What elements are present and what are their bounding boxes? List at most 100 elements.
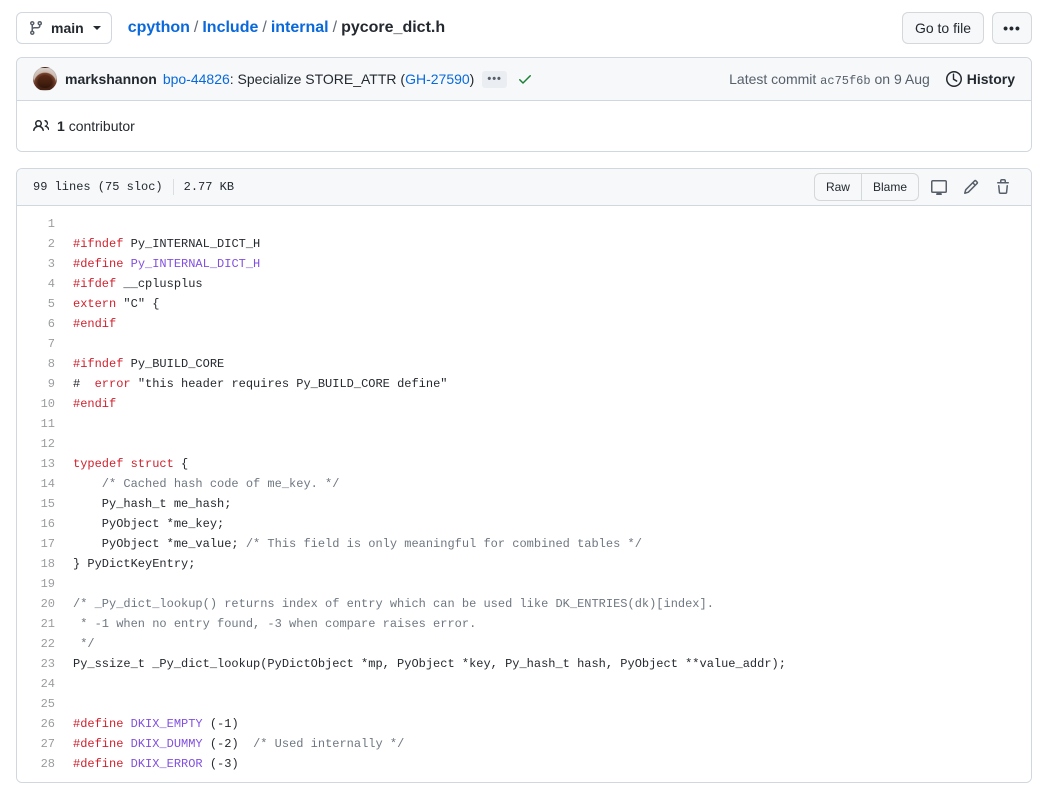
breadcrumb-dir-include-link[interactable]: Include bbox=[202, 19, 258, 37]
commit-message: bpo-44826: Specialize STORE_ATTR (GH-275… bbox=[163, 71, 475, 87]
desktop-icon[interactable] bbox=[927, 174, 951, 200]
line-number[interactable]: 11 bbox=[17, 414, 55, 434]
meta-divider bbox=[172, 179, 174, 195]
line-number[interactable]: 10 bbox=[17, 394, 55, 414]
people-icon bbox=[33, 118, 49, 134]
line-number[interactable]: 14 bbox=[17, 474, 55, 494]
line-number[interactable]: 26 bbox=[17, 714, 55, 734]
commit-message-pr-link[interactable]: GH-27590 bbox=[405, 71, 470, 87]
file-size-label: 2.77 KB bbox=[183, 180, 235, 194]
line-number[interactable]: 18 bbox=[17, 554, 55, 574]
code-line: /* Cached hash code of me_key. */ bbox=[73, 474, 1031, 494]
code-token: Py_INTERNAL_DICT_H bbox=[123, 257, 261, 271]
line-number[interactable]: 7 bbox=[17, 334, 55, 354]
file-content-box: 99 lines (75 sloc) 2.77 KB Raw Blame 1 2… bbox=[16, 168, 1032, 783]
check-icon[interactable] bbox=[517, 71, 533, 87]
commit-date: on 9 Aug bbox=[874, 70, 930, 87]
line-number[interactable]: 6 bbox=[17, 314, 55, 334]
code-line: #ifndef Py_BUILD_CORE bbox=[73, 354, 1031, 374]
line-number[interactable]: 20 bbox=[17, 594, 55, 614]
history-link[interactable]: History bbox=[945, 71, 1015, 87]
code-line: #endif bbox=[73, 314, 1031, 334]
code-token: /* This field is only meaningful for com… bbox=[245, 537, 642, 551]
commit-message-text: : Specialize STORE_ATTR ( bbox=[229, 71, 406, 87]
line-number[interactable]: 8 bbox=[17, 354, 55, 374]
line-number[interactable]: 28 bbox=[17, 754, 55, 774]
line-number[interactable]: 12 bbox=[17, 434, 55, 454]
line-number[interactable]: 16 bbox=[17, 514, 55, 534]
topbar-actions: Go to file ••• bbox=[901, 12, 1032, 44]
code-token: (-2) bbox=[202, 737, 254, 751]
code-token: Py_INTERNAL_DICT_H bbox=[123, 237, 261, 251]
history-label: History bbox=[966, 71, 1015, 87]
line-number[interactable]: 19 bbox=[17, 574, 55, 594]
line-number-gutter: 1 2 3 4 5 6 7 8 9 10 11 12 13 14 15 16 17 18 19 20 21 22 23 24 2… bbox=[17, 206, 65, 782]
go-to-file-button[interactable]: Go to file bbox=[901, 12, 984, 44]
code-token: DKIX_ERROR bbox=[123, 757, 203, 771]
line-number[interactable]: 21 bbox=[17, 614, 55, 634]
code-token: #endif bbox=[73, 317, 117, 331]
line-number[interactable]: 9 bbox=[17, 374, 55, 394]
line-number[interactable]: 24 bbox=[17, 674, 55, 694]
code-token: #ifndef bbox=[73, 237, 124, 251]
code-token: #define bbox=[73, 717, 124, 731]
code-token: * -1 when no entry found, -3 when compar… bbox=[73, 617, 477, 631]
code-token: (-1) bbox=[202, 717, 239, 731]
line-number[interactable]: 25 bbox=[17, 694, 55, 714]
latest-commit-label: Latest commit bbox=[729, 70, 817, 87]
breadcrumb-repo-link[interactable]: cpython bbox=[128, 19, 190, 37]
commit-author-link[interactable]: markshannon bbox=[65, 71, 157, 87]
line-number[interactable]: 15 bbox=[17, 494, 55, 514]
line-number[interactable]: 4 bbox=[17, 274, 55, 294]
code-token: error bbox=[94, 377, 131, 391]
code-token: #define bbox=[73, 257, 124, 271]
code-token: #ifndef bbox=[73, 357, 124, 371]
code-token: (-3) bbox=[202, 757, 239, 771]
expand-commit-message-button[interactable]: ••• bbox=[482, 70, 507, 88]
more-options-button[interactable]: ••• bbox=[992, 12, 1032, 44]
code-content[interactable]: #ifndef Py_INTERNAL_DICT_H #define Py_INT… bbox=[65, 206, 1031, 782]
raw-button[interactable]: Raw bbox=[813, 173, 862, 201]
breadcrumb-dir-internal-link[interactable]: internal bbox=[271, 19, 329, 37]
code-token: #define bbox=[73, 737, 124, 751]
breadcrumb-separator: / bbox=[193, 19, 199, 36]
code-token: "C" { bbox=[116, 297, 160, 311]
commit-message-issue-link[interactable]: bpo-44826 bbox=[163, 71, 230, 87]
code-line: #define DKIX_EMPTY (-1) bbox=[73, 714, 1031, 734]
code-line: #define DKIX_ERROR (-3) bbox=[73, 754, 1031, 774]
code-token: extern bbox=[73, 297, 117, 311]
code-token: } PyDictKeyEntry; bbox=[73, 557, 196, 571]
code-token: #ifdef bbox=[73, 277, 117, 291]
code-token: PyObject *me_value; bbox=[73, 537, 246, 551]
code-line: #ifdef __cplusplus bbox=[73, 274, 1031, 294]
code-line: #define Py_INTERNAL_DICT_H bbox=[73, 254, 1031, 274]
code-token: "this header requires Py_BUILD_CORE defi… bbox=[130, 377, 448, 391]
trash-icon[interactable] bbox=[991, 174, 1015, 200]
code-token: */ bbox=[73, 637, 95, 651]
code-token: Py_ssize_t _Py_dict_lookup(PyDictObject … bbox=[73, 657, 786, 671]
commit-sha[interactable]: ac75f6b bbox=[820, 74, 870, 88]
line-number[interactable]: 23 bbox=[17, 654, 55, 674]
line-number[interactable]: 1 bbox=[17, 214, 55, 234]
line-number[interactable]: 17 bbox=[17, 534, 55, 554]
code-line: #ifndef Py_INTERNAL_DICT_H bbox=[73, 234, 1031, 254]
line-number[interactable]: 2 bbox=[17, 234, 55, 254]
contributors-text: 1 contributor bbox=[57, 118, 135, 134]
line-number[interactable]: 13 bbox=[17, 454, 55, 474]
line-number[interactable]: 22 bbox=[17, 634, 55, 654]
avatar bbox=[33, 67, 57, 91]
line-number[interactable]: 3 bbox=[17, 254, 55, 274]
blame-button[interactable]: Blame bbox=[861, 173, 919, 201]
contributors-row: 1 contributor bbox=[17, 101, 1031, 151]
line-number[interactable]: 5 bbox=[17, 294, 55, 314]
contributors-count: 1 bbox=[57, 118, 65, 134]
code-token: PyObject *me_key; bbox=[73, 517, 225, 531]
line-number[interactable]: 27 bbox=[17, 734, 55, 754]
pencil-icon[interactable] bbox=[959, 174, 983, 200]
code-token: Py_BUILD_CORE bbox=[123, 357, 225, 371]
code-line: } PyDictKeyEntry; bbox=[73, 554, 1031, 574]
code-line: /* _Py_dict_lookup() returns index of en… bbox=[73, 594, 1031, 614]
repo-file-topbar: main cpython / Include / internal / pyco… bbox=[0, 0, 1048, 57]
branch-selector-button[interactable]: main bbox=[16, 12, 112, 44]
